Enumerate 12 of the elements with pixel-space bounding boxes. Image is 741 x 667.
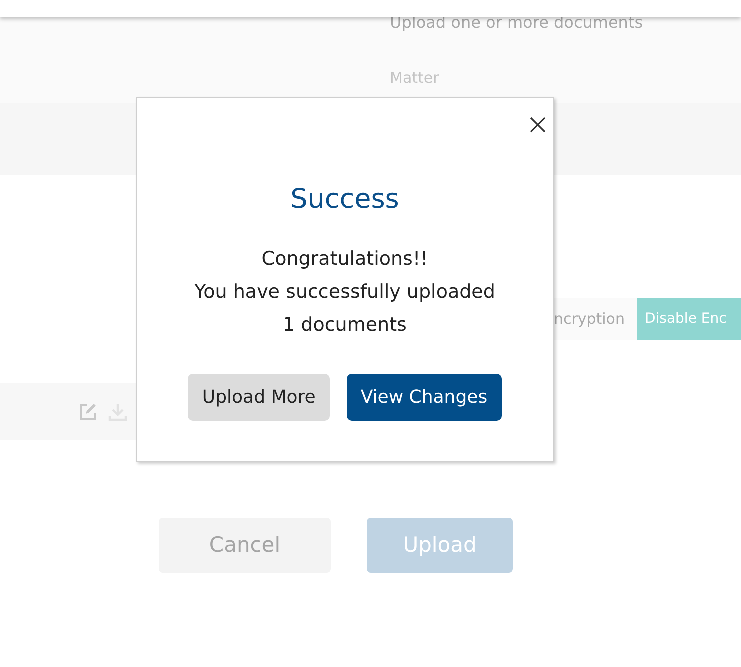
message-line: 1 documents (283, 312, 407, 338)
edit-icon[interactable] (78, 402, 98, 422)
upload-heading: Upload one or more documents (390, 12, 644, 34)
disable-encryption-button[interactable]: Disable Enc (637, 298, 741, 340)
message-line: You have successfully uploaded (194, 280, 496, 304)
secondary-button[interactable]: Cancel (159, 518, 331, 573)
secondary-dialog-button[interactable]: Upload More (188, 374, 330, 420)
primary-dialog-button[interactable]: View Changes (346, 374, 502, 420)
primary-button[interactable]: Upload (367, 518, 513, 573)
dialog-title: Success (290, 183, 400, 217)
message-line: Congratulations!! (262, 246, 428, 272)
close-icon[interactable] (529, 116, 547, 134)
